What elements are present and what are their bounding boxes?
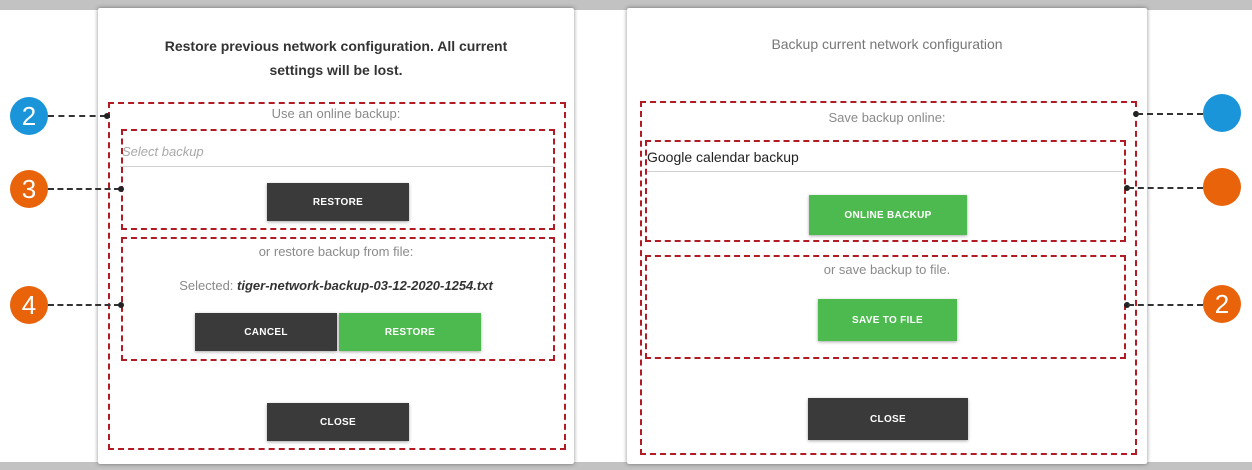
annotation-badge-2: 2 [1203,285,1241,323]
restore-title-line1: Restore previous network configuration. … [164,38,508,54]
annotation-badge-blue [1203,94,1241,132]
annotation-leader [1128,304,1203,306]
annotation-dot [118,302,124,308]
annotation-leader [48,188,120,190]
annotation-dot [104,113,110,119]
backup-dialog: Backup current network configuration Sav… [627,8,1147,464]
annotation-leader [1137,113,1203,115]
restore-dialog: Restore previous network configuration. … [98,8,574,464]
annotation-badge-2: 2 [10,97,48,135]
annotation-leader [1128,187,1203,189]
annotation-frame-online [121,129,555,230]
annotation-leader [48,304,120,306]
annotation-leader [48,115,106,117]
annotation-dot [118,186,124,192]
restore-dialog-title: Restore previous network configuration. … [128,34,544,82]
annotation-frame-file [121,237,555,361]
annotation-frame-file [645,255,1126,359]
annotation-badge-orange [1203,168,1241,206]
annotation-badge-3: 3 [10,170,48,208]
annotation-frame-online [645,140,1126,242]
backup-dialog-title: Backup current network configuration [771,36,1003,52]
restore-title-line2: settings will be lost. [269,62,403,78]
annotation-badge-4: 4 [10,286,48,324]
